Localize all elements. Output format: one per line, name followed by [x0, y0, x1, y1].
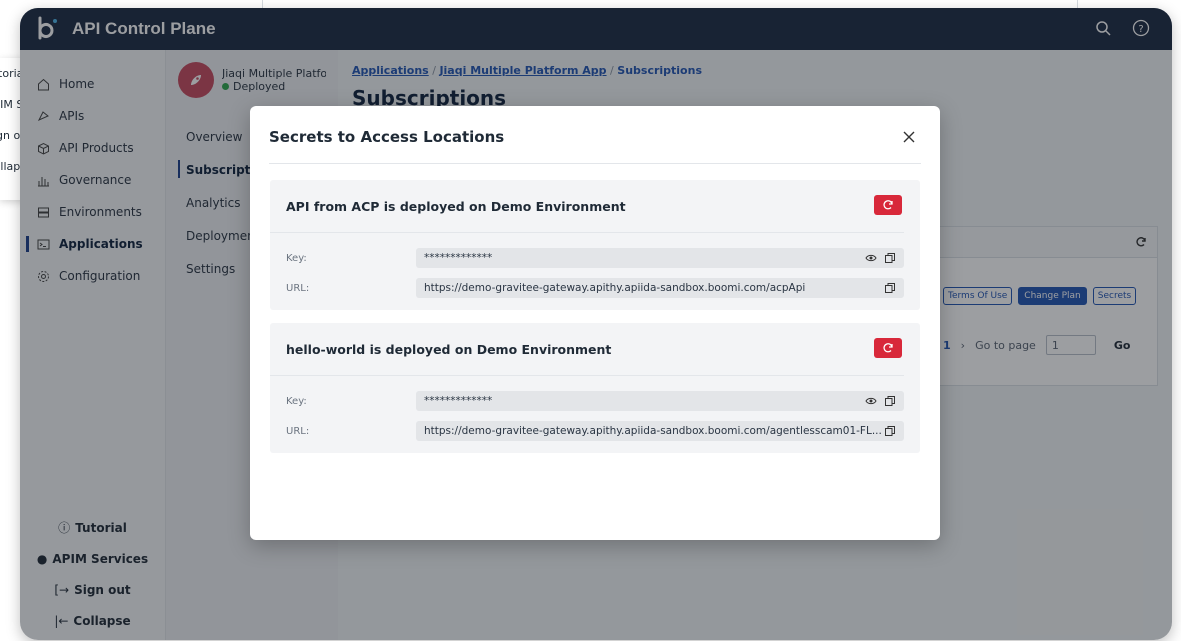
- url-row: URL: https://demo-gravitee-gateway.apith…: [286, 278, 904, 298]
- environment-heading: hello-world is deployed on Demo Environm…: [270, 323, 904, 376]
- url-value: https://demo-gravitee-gateway.apithy.api…: [424, 425, 882, 437]
- copy-icon[interactable]: [883, 424, 896, 437]
- close-icon[interactable]: [900, 128, 918, 146]
- regenerate-secret-button[interactable]: [874, 195, 902, 215]
- copy-icon[interactable]: [883, 251, 896, 264]
- url-label: URL:: [286, 425, 310, 437]
- regenerate-secret-button[interactable]: [874, 338, 902, 358]
- copy-icon[interactable]: [883, 394, 896, 407]
- copy-icon[interactable]: [883, 281, 896, 294]
- key-value: *************: [424, 395, 493, 407]
- key-value: *************: [424, 252, 493, 264]
- url-field: https://demo-gravitee-gateway.apithy.api…: [416, 421, 904, 441]
- key-row: Key: *************: [286, 391, 904, 411]
- key-field: *************: [416, 391, 904, 411]
- environment-card: API from ACP is deployed on Demo Environ…: [270, 180, 920, 310]
- url-field: https://demo-gravitee-gateway.apithy.api…: [416, 278, 904, 298]
- url-row: URL: https://demo-gravitee-gateway.apith…: [286, 421, 904, 441]
- modal-title: Secrets to Access Locations: [269, 128, 505, 146]
- key-row: Key: *************: [286, 248, 904, 268]
- eye-icon[interactable]: [864, 394, 877, 407]
- eye-icon[interactable]: [864, 251, 877, 264]
- key-label: Key:: [286, 395, 307, 407]
- environment-card: hello-world is deployed on Demo Environm…: [270, 323, 920, 453]
- divider: [269, 163, 921, 164]
- key-label: Key:: [286, 252, 307, 264]
- url-value: https://demo-gravitee-gateway.apithy.api…: [424, 282, 806, 294]
- url-label: URL:: [286, 282, 310, 294]
- secrets-modal: Secrets to Access Locations API from ACP…: [250, 106, 940, 540]
- environment-heading: API from ACP is deployed on Demo Environ…: [270, 180, 904, 233]
- key-field: *************: [416, 248, 904, 268]
